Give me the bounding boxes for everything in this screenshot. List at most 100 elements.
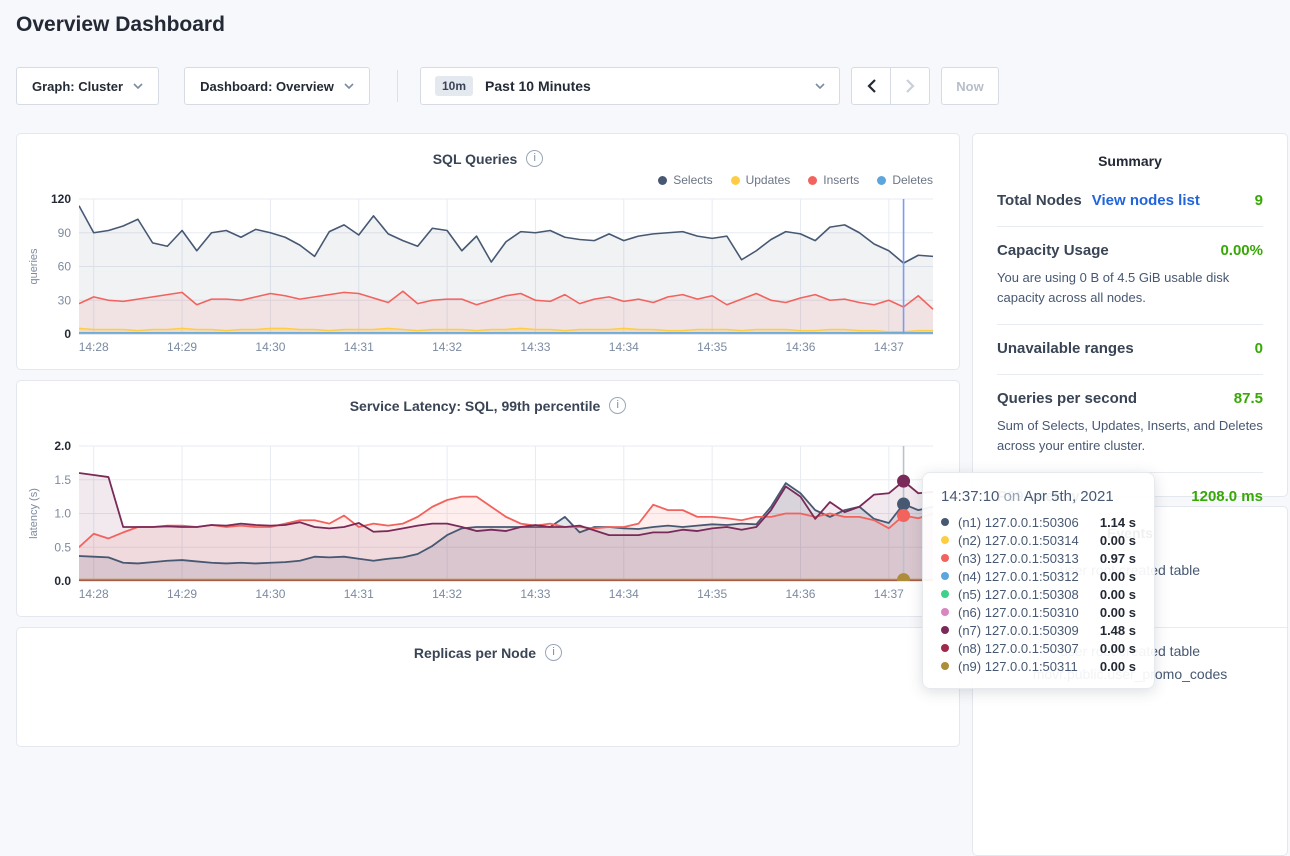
total-nodes-value: 9 <box>1255 192 1263 209</box>
tooltip-node-label: (n5) 127.0.0.1:50308 <box>958 587 1091 602</box>
dashboard-dropdown-label: Dashboard: Overview <box>200 79 334 94</box>
y-tick-label: 90 <box>58 226 72 240</box>
prev-time-button[interactable] <box>851 67 891 105</box>
time-range-selector[interactable]: 10m Past 10 Minutes <box>420 67 840 105</box>
page-title: Overview Dashboard <box>16 13 225 37</box>
tooltip-node-label: (n2) 127.0.0.1:50314 <box>958 533 1091 548</box>
time-nav-group <box>851 67 930 105</box>
tooltip-row: (n1) 127.0.0.1:50306 1.14 s <box>941 513 1136 531</box>
tooltip-node-value: 0.00 s <box>1100 533 1136 548</box>
x-tick-label: 14:32 <box>432 340 462 354</box>
x-tick-label: 14:31 <box>344 587 374 601</box>
tooltip-node-label: (n1) 127.0.0.1:50306 <box>958 515 1091 530</box>
chevron-down-icon <box>815 83 825 89</box>
hover-dot-n7-127-0-0-1-50309 <box>897 475 910 488</box>
x-tick-label: 14:32 <box>432 587 462 601</box>
tooltip-node-label: (n9) 127.0.0.1:50311 <box>958 659 1091 674</box>
y-tick-label: 1.0 <box>54 507 71 521</box>
y-tick-label: 60 <box>58 260 72 274</box>
x-tick-label: 14:33 <box>520 587 550 601</box>
y-tick-label: 120 <box>51 192 71 206</box>
tooltip-on: on <box>1004 488 1021 505</box>
tooltip-node-label: (n8) 127.0.0.1:50307 <box>958 641 1091 656</box>
x-tick-label: 14:37 <box>874 340 904 354</box>
chevron-down-icon <box>344 83 354 89</box>
x-tick-label: 14:30 <box>255 340 285 354</box>
tooltip-time: 14:37:10 <box>941 488 999 505</box>
replicas-card: Replicas per Node i <box>16 627 960 747</box>
tooltip-node-value: 0.00 s <box>1100 605 1136 620</box>
x-tick-label: 14:34 <box>609 587 639 601</box>
tooltip-row: (n4) 127.0.0.1:50312 0.00 s <box>941 567 1136 585</box>
tooltip-node-value: 0.97 s <box>1100 551 1136 566</box>
x-tick-label: 14:36 <box>785 340 815 354</box>
capacity-usage-desc: You are using 0 B of 4.5 GiB usable disk… <box>997 268 1263 307</box>
series-color-dot <box>941 518 949 526</box>
x-tick-label: 14:36 <box>785 587 815 601</box>
y-tick-label: 0 <box>64 327 71 341</box>
x-tick-label: 14:33 <box>520 340 550 354</box>
queries-per-second-value: 87.5 <box>1234 390 1263 407</box>
chevron-down-icon <box>133 83 143 89</box>
graph-dropdown[interactable]: Graph: Cluster <box>16 67 159 105</box>
tooltip-row: (n9) 127.0.0.1:503110.00 s <box>941 657 1136 675</box>
tooltip-row: (n5) 127.0.0.1:50308 0.00 s <box>941 585 1136 603</box>
tooltip-row: (n8) 127.0.0.1:50307 0.00 s <box>941 639 1136 657</box>
x-tick-label: 14:29 <box>167 340 197 354</box>
tooltip-rows: (n1) 127.0.0.1:50306 1.14 s (n2) 127.0.0.1… <box>941 513 1136 675</box>
p99-latency-value: 1208.0 ms <box>1191 488 1263 505</box>
queries-per-second-desc: Sum of Selects, Updates, Inserts, and De… <box>997 416 1263 455</box>
sql-queries-card: SQL Queries i SelectsUpdatesInsertsDelet… <box>16 133 960 370</box>
x-tick-label: 14:28 <box>79 340 109 354</box>
tooltip-node-value: 1.14 s <box>1100 515 1136 530</box>
tooltip-node-label: (n3) 127.0.0.1:50313 <box>958 551 1091 566</box>
tooltip-node-value: 0.00 s <box>1100 569 1136 584</box>
capacity-usage-row: Capacity Usage 0.00% You are using 0 B o… <box>997 226 1263 324</box>
latency-chart[interactable]: 14:2814:2914:3014:3114:3214:3314:3414:35… <box>17 381 959 616</box>
summary-title: Summary <box>997 134 1263 177</box>
series-color-dot <box>941 590 949 598</box>
info-icon[interactable]: i <box>545 644 562 661</box>
tooltip-date: Apr 5th, 2021 <box>1024 488 1114 505</box>
capacity-usage-label: Capacity Usage <box>997 242 1109 259</box>
y-axis-label: queries <box>28 248 40 285</box>
next-time-button[interactable] <box>890 67 930 105</box>
tooltip-header: 14:37:10 on Apr 5th, 2021 <box>941 488 1136 505</box>
tooltip-node-label: (n6) 127.0.0.1:50310 <box>958 605 1091 620</box>
chart-title: Replicas per Node <box>414 645 536 661</box>
latency-tooltip: 14:37:10 on Apr 5th, 2021 (n1) 127.0.0.1… <box>922 472 1155 689</box>
unavailable-ranges-label: Unavailable ranges <box>997 340 1134 357</box>
tooltip-node-label: (n4) 127.0.0.1:50312 <box>958 569 1091 584</box>
series-color-dot <box>941 572 949 580</box>
y-tick-label: 1.5 <box>54 473 71 487</box>
total-nodes-row: Total Nodes View nodes list 9 <box>997 177 1263 226</box>
tooltip-node-label: (n7) 127.0.0.1:50309 <box>958 623 1091 638</box>
queries-per-second-label: Queries per second <box>997 390 1137 407</box>
sql-queries-chart[interactable]: 14:2814:2914:3014:3114:3214:3314:3414:35… <box>17 134 959 369</box>
hover-dot-n1-127-0-0-1-50306 <box>897 498 910 511</box>
unavailable-ranges-value: 0 <box>1255 340 1263 357</box>
now-button[interactable]: Now <box>941 67 999 105</box>
time-range-badge: 10m <box>435 76 473 96</box>
series-color-dot <box>941 536 949 544</box>
graph-dropdown-label: Graph: Cluster <box>32 79 123 94</box>
toolbar-divider <box>397 70 398 102</box>
dashboard-dropdown[interactable]: Dashboard: Overview <box>184 67 370 105</box>
x-tick-label: 14:31 <box>344 340 374 354</box>
chevron-left-icon <box>867 79 876 93</box>
hover-dot-n9-127-0-0-1-50311 <box>897 573 910 586</box>
y-tick-label: 0.0 <box>54 574 71 588</box>
tooltip-row: (n3) 127.0.0.1:50313 0.97 s <box>941 549 1136 567</box>
x-tick-label: 14:30 <box>255 587 285 601</box>
total-nodes-label: Total Nodes <box>997 192 1082 209</box>
series-color-dot <box>941 554 949 562</box>
view-nodes-list-link[interactable]: View nodes list <box>1092 192 1200 209</box>
series-color-dot <box>941 644 949 652</box>
capacity-usage-value: 0.00% <box>1220 242 1263 259</box>
y-tick-label: 30 <box>58 293 72 307</box>
x-tick-label: 14:28 <box>79 587 109 601</box>
tooltip-node-value: 0.00 s <box>1100 587 1136 602</box>
series-color-dot <box>941 662 949 670</box>
tooltip-node-value: 0.00 s <box>1100 641 1136 656</box>
queries-per-second-row: Queries per second 87.5 Sum of Selects, … <box>997 374 1263 472</box>
